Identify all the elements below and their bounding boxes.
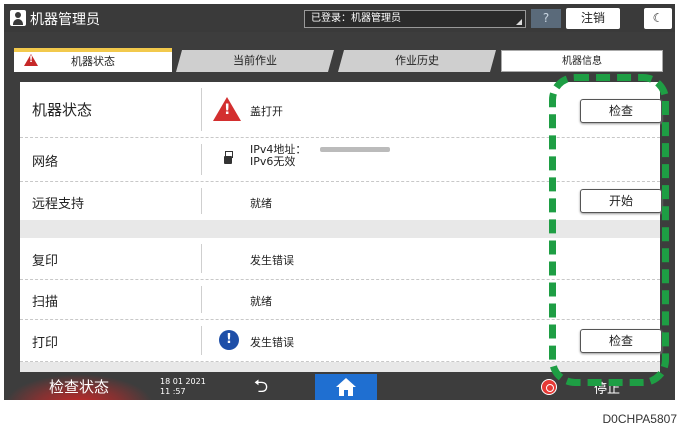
date-text: 18 01 2021 [160, 377, 206, 386]
row-label: 远程支持 [32, 197, 85, 212]
tab-bar: 机器状态 当前作业 作业历史 机器信息 [4, 32, 675, 74]
warning-icon: ! [213, 97, 241, 121]
row-divider [201, 88, 202, 131]
home-button[interactable] [315, 374, 377, 400]
tab-machine-info[interactable]: 机器信息 [501, 50, 663, 72]
login-status-text: 已登录：机器管理员 [311, 13, 401, 24]
row-divider [201, 144, 202, 175]
highlight-callout [549, 74, 669, 386]
stop-icon[interactable] [541, 379, 557, 395]
screen-title: 检查状态 [4, 374, 154, 400]
energy-saver-button[interactable]: ☾ [644, 8, 672, 29]
row-divider [201, 244, 202, 273]
tab-job-history[interactable]: 作业历史 [338, 50, 496, 72]
time-text: 11 :57 [160, 387, 186, 396]
row-label: 机器状态 [32, 101, 93, 119]
logout-button[interactable]: 注销 [566, 8, 620, 29]
info-icon: ! [219, 330, 239, 350]
row-divider [201, 326, 202, 355]
figure-code: D0CHPA5807 [602, 412, 677, 426]
tab-label: 机器状态 [71, 55, 115, 68]
usb-icon [224, 151, 233, 167]
row-value: 就绪 [250, 295, 272, 308]
ipv6-line: IPv6无效 [250, 155, 296, 168]
redacted-address [320, 147, 390, 152]
back-icon[interactable]: ⮌ [249, 377, 273, 397]
corner-arrow-icon [516, 19, 522, 25]
row-value: IPv4地址： IPv6无效 [250, 144, 306, 168]
user-icon [10, 10, 26, 26]
date-time: 18 01 2021 11 :57 [160, 377, 206, 397]
row-value: 就绪 [250, 197, 272, 210]
row-divider [201, 188, 202, 214]
row-label: 复印 [32, 254, 59, 269]
row-value: 发生错误 [250, 336, 294, 349]
row-label: 打印 [32, 336, 59, 351]
tab-current-job[interactable]: 当前作业 [176, 50, 334, 72]
row-value: 发生错误 [250, 254, 294, 267]
tab-machine-status[interactable]: 机器状态 [14, 48, 172, 72]
warning-icon [24, 54, 38, 66]
row-label: 网络 [32, 155, 59, 170]
login-status-box[interactable]: 已登录：机器管理员 [304, 10, 526, 28]
row-label: 扫描 [32, 295, 59, 310]
row-divider [201, 286, 202, 313]
home-icon [336, 378, 356, 396]
title-bar: 机器管理员 已登录：机器管理员 ? 注销 ☾ [4, 4, 675, 32]
help-button[interactable]: ? [531, 9, 561, 28]
app-title: 机器管理员 [30, 12, 100, 28]
row-value: 盖打开 [250, 105, 283, 118]
